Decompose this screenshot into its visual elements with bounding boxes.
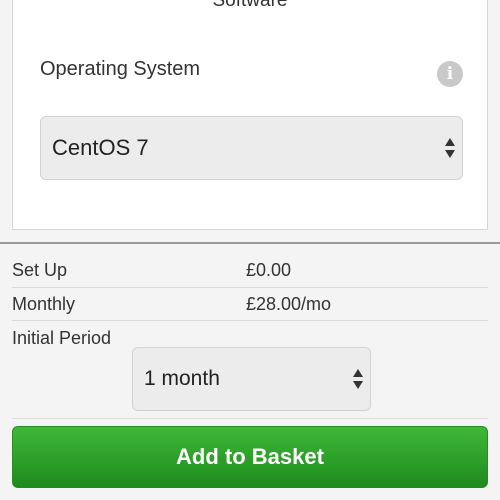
period-select[interactable]: 1 month xyxy=(132,347,371,411)
monthly-label: Monthly xyxy=(12,294,76,314)
row-divider xyxy=(12,287,488,288)
row-divider xyxy=(12,418,488,419)
os-select[interactable]: CentOS 7 xyxy=(40,116,463,180)
info-icon[interactable]: i xyxy=(437,61,463,87)
os-select-value: CentOS 7 xyxy=(52,135,149,160)
section-title: Software xyxy=(212,0,288,11)
os-label: Operating System xyxy=(40,58,201,80)
setup-value: £0.00 xyxy=(246,260,292,280)
section-divider xyxy=(0,242,500,244)
up-down-arrows-icon xyxy=(353,369,363,389)
row-divider xyxy=(12,320,488,321)
period-label: Initial Period xyxy=(12,328,112,348)
software-card: Software Operating System i CentOS 7 xyxy=(12,0,488,230)
add-to-basket-button[interactable]: Add to Basket xyxy=(12,426,488,488)
monthly-value: £28.00/mo xyxy=(246,294,332,314)
up-down-arrows-icon xyxy=(445,138,455,158)
setup-label: Set Up xyxy=(12,260,68,280)
period-select-value: 1 month xyxy=(144,367,220,390)
